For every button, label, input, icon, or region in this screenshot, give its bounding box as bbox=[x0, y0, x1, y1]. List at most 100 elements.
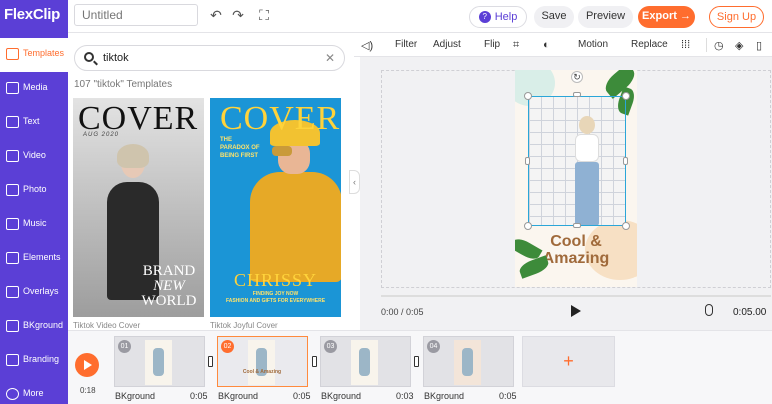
replace-button[interactable]: Replace bbox=[631, 39, 668, 50]
timeline-clip[interactable]: 04 bbox=[423, 336, 514, 387]
clip-thumbnail bbox=[145, 340, 172, 385]
sidebar-item-branding[interactable]: Branding bbox=[0, 344, 68, 378]
resize-handle[interactable] bbox=[573, 223, 581, 228]
cover-date: AUG 2020 bbox=[83, 132, 120, 138]
transition-icon[interactable] bbox=[414, 356, 419, 367]
timeline-clip[interactable]: 01 bbox=[114, 336, 205, 387]
timeline-clip[interactable]: 03 bbox=[320, 336, 411, 387]
clip-label: BKground bbox=[321, 391, 362, 401]
template-count: 107 "tiktok" Templates bbox=[74, 79, 173, 90]
signup-button[interactable]: Sign Up bbox=[709, 6, 764, 28]
photo-icon bbox=[6, 184, 19, 196]
sidebar-item-bkground[interactable]: BKground bbox=[0, 310, 68, 344]
total-time: 0:05.00 bbox=[733, 307, 767, 318]
sidebar-item-label: Elements bbox=[23, 252, 61, 262]
motion-button[interactable]: Motion bbox=[578, 39, 608, 50]
clip-number: 04 bbox=[427, 340, 440, 353]
sidebar-item-media[interactable]: Media bbox=[0, 72, 68, 106]
export-button[interactable]: Export → bbox=[638, 6, 695, 28]
sidebar-item-photo[interactable]: Photo bbox=[0, 174, 68, 208]
clip-label: BKground bbox=[424, 391, 465, 401]
undo-icon[interactable]: ↶ bbox=[208, 6, 224, 24]
clip-duration: 0:05 bbox=[293, 391, 311, 401]
cover-model-image bbox=[250, 120, 341, 282]
play-icon[interactable] bbox=[571, 305, 581, 317]
preview-button[interactable]: Preview bbox=[578, 6, 633, 28]
current-time: 0:00 / 0:05 bbox=[381, 307, 424, 317]
resize-handle[interactable] bbox=[573, 92, 581, 97]
sidebar-item-music[interactable]: Music bbox=[0, 208, 68, 242]
color-icon[interactable]: ◐ bbox=[543, 39, 550, 51]
playback-progress-bar[interactable] bbox=[381, 295, 771, 297]
more-icon bbox=[6, 388, 19, 400]
delete-icon[interactable]: ▯ bbox=[756, 39, 762, 52]
help-button[interactable]: ? Help bbox=[469, 6, 527, 28]
grid-icon[interactable]: ⁞⁞⁞ bbox=[681, 39, 690, 51]
sidebar-item-label: Branding bbox=[23, 354, 60, 364]
clip-duration: 0:05 bbox=[499, 391, 517, 401]
project-title-input[interactable] bbox=[74, 4, 198, 26]
resize-handle[interactable] bbox=[524, 222, 532, 230]
search-icon bbox=[84, 52, 94, 62]
sidebar-item-text[interactable]: Text bbox=[0, 106, 68, 140]
adjust-button[interactable]: Adjust bbox=[433, 39, 461, 50]
flip-button[interactable]: Flip bbox=[484, 39, 500, 50]
resize-handle[interactable] bbox=[525, 157, 530, 165]
headline-line: WORLD bbox=[141, 293, 197, 309]
filter-button[interactable]: Filter bbox=[395, 39, 417, 50]
crop-icon[interactable]: ⌗ bbox=[513, 39, 519, 52]
transition-icon[interactable] bbox=[208, 356, 213, 367]
clear-icon[interactable]: ✕ bbox=[325, 51, 335, 65]
templates-panel: ✕ 107 "tiktok" Templates COVER AUG 2020 … bbox=[68, 33, 349, 330]
template-caption: Tiktok Joyful Cover bbox=[210, 321, 278, 330]
panel-collapse-strip: ‹ bbox=[349, 33, 360, 330]
sidebar-item-templates[interactable]: Templates bbox=[0, 38, 68, 72]
help-label: Help bbox=[494, 11, 518, 23]
branding-icon bbox=[6, 354, 19, 366]
rotate-icon[interactable]: ↻ bbox=[571, 71, 583, 83]
add-clip-button[interactable]: + bbox=[522, 336, 615, 387]
chevron-left-icon: ‹ bbox=[353, 177, 356, 187]
subtitle-line: FASHION AND GIFTS FOR EVERYWHERE bbox=[225, 298, 326, 304]
selection-box[interactable] bbox=[528, 96, 626, 226]
fullscreen-icon[interactable]: ⛶ bbox=[256, 6, 272, 24]
background-icon bbox=[6, 320, 19, 332]
transition-icon[interactable] bbox=[312, 356, 317, 367]
headline-line: BRAND bbox=[142, 263, 196, 279]
clock-icon[interactable]: ◷ bbox=[714, 39, 724, 52]
clip-thumbnail bbox=[351, 340, 378, 385]
template-card-video-cover[interactable]: COVER AUG 2020 BRAND NEW WORLD bbox=[73, 98, 204, 317]
logo[interactable]: FlexClip bbox=[0, 0, 68, 33]
timeline-clip-selected[interactable]: 02 Cool & Amazing bbox=[217, 336, 308, 387]
overlays-icon bbox=[6, 286, 19, 298]
collapse-panel-button[interactable]: ‹ bbox=[349, 170, 360, 194]
layers-icon[interactable]: ◈ bbox=[735, 39, 743, 52]
toolbar-divider bbox=[706, 38, 707, 52]
resize-handle[interactable] bbox=[524, 92, 532, 100]
sidebar-item-label: Text bbox=[23, 116, 40, 126]
microphone-icon[interactable] bbox=[705, 304, 713, 316]
resize-handle[interactable] bbox=[622, 222, 630, 230]
sidebar-item-more[interactable]: More bbox=[0, 378, 68, 404]
sidebar-item-video[interactable]: Video bbox=[0, 140, 68, 174]
search-input[interactable] bbox=[103, 50, 303, 66]
sidebar-item-elements[interactable]: Elements bbox=[0, 242, 68, 276]
resize-handle[interactable] bbox=[622, 92, 630, 100]
edit-toolbar: ◁) Filter Adjust Flip ⌗ ◐ Motion Replace… bbox=[354, 33, 772, 57]
sidebar-item-overlays[interactable]: Overlays bbox=[0, 276, 68, 310]
clip-duration: 0:05 bbox=[190, 391, 208, 401]
resize-handle[interactable] bbox=[623, 157, 628, 165]
sidebar-item-label: Photo bbox=[23, 184, 47, 194]
redo-icon[interactable]: ↷ bbox=[230, 6, 246, 24]
help-icon: ? bbox=[478, 11, 491, 24]
save-button[interactable]: Save bbox=[534, 6, 574, 28]
volume-icon[interactable]: ◁) bbox=[361, 39, 373, 52]
subtitle-line: FINDING JOY NOW bbox=[252, 291, 299, 297]
clip-thumbnail bbox=[248, 340, 275, 385]
sidebar-item-label: More bbox=[23, 388, 44, 398]
text-icon bbox=[6, 116, 19, 128]
cover-tagline: THE PARADOX OF BEING FIRST bbox=[220, 137, 260, 159]
template-card-joyful-cover[interactable]: COVER THE PARADOX OF BEING FIRST CHRISSY… bbox=[210, 98, 341, 317]
timeline-play-button[interactable] bbox=[75, 353, 99, 377]
media-icon bbox=[6, 82, 19, 94]
